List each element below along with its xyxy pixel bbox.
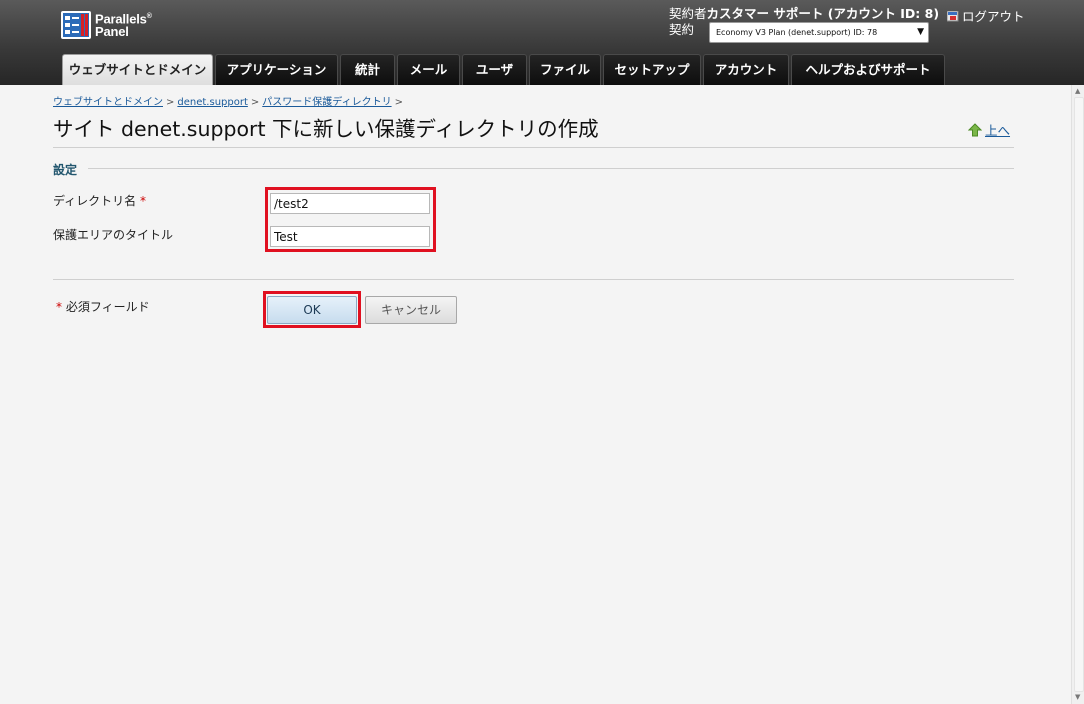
breadcrumb-separator: >: [166, 97, 175, 108]
subscription-select[interactable]: Economy V3 Plan (denet.support) ID: 78 ▼: [709, 22, 929, 43]
logo-line2: Panel: [95, 24, 129, 40]
subscription-selected-value: Economy V3 Plan (denet.support) ID: 78: [716, 28, 878, 37]
breadcrumb-separator: >: [394, 97, 403, 108]
tab-help-support[interactable]: ヘルプおよびサポート: [791, 54, 945, 85]
breadcrumb-domain[interactable]: denet.support: [177, 97, 247, 108]
logo-registered-mark: ®: [146, 13, 152, 20]
section-divider: [88, 168, 1014, 169]
tab-account[interactable]: アカウント: [703, 54, 789, 85]
account-name: カスタマー サポート (アカウント ID: 8): [706, 6, 940, 21]
logout-label: ログアウト: [962, 9, 1025, 24]
scroll-down-arrow-icon[interactable]: ▼: [1075, 693, 1080, 701]
fields-highlight-box: [265, 187, 436, 252]
scroll-up-arrow-icon[interactable]: ▲: [1075, 87, 1080, 95]
title-divider: [53, 147, 1014, 148]
account-label: 契約者: [669, 6, 707, 21]
page-title: サイト denet.support 下に新しい保護ディレクトリの作成: [53, 117, 599, 141]
tab-mail[interactable]: メール: [397, 54, 460, 85]
tab-users[interactable]: ユーザ: [462, 54, 527, 85]
breadcrumb: ウェブサイトとドメイン > denet.support > パスワード保護ディレクトリ >: [53, 93, 406, 108]
required-asterisk: *: [56, 300, 62, 314]
required-field-note-text: 必須フィールド: [65, 300, 150, 314]
form-divider: [53, 279, 1014, 280]
parallels-logo-icon: [61, 11, 91, 39]
up-level-label: 上へ: [985, 123, 1011, 138]
tab-statistics[interactable]: 統計: [340, 54, 395, 85]
subscription-label: 契約: [669, 22, 695, 37]
required-field-note: * 必須フィールド: [56, 298, 150, 315]
ok-button[interactable]: OK: [267, 296, 357, 324]
tab-setup[interactable]: セットアップ: [603, 54, 701, 85]
scroll-thumb[interactable]: [1074, 97, 1084, 692]
dropdown-arrow-icon: ▼: [917, 27, 924, 37]
up-level-link[interactable]: 上へ: [968, 120, 1010, 139]
tab-applications[interactable]: アプリケーション: [215, 54, 338, 85]
logout-icon: [947, 11, 959, 22]
directory-name-label: ディレクトリ名 *: [53, 192, 146, 209]
realm-title-label: 保護エリアのタイトル: [53, 228, 174, 242]
logout-link[interactable]: ログアウト: [947, 9, 1025, 25]
cancel-button[interactable]: キャンセル: [365, 296, 457, 324]
breadcrumb-websites-domains[interactable]: ウェブサイトとドメイン: [53, 97, 163, 108]
logo-text: Parallels® Panel: [95, 10, 152, 38]
directory-name-label-text: ディレクトリ名: [53, 194, 137, 208]
top-header: Parallels® Panel 契約者カスタマー サポート (アカウント ID…: [0, 0, 1084, 85]
breadcrumb-separator: >: [250, 97, 260, 108]
settings-section-title: 設定: [53, 163, 78, 177]
required-asterisk: *: [140, 194, 146, 208]
vertical-scrollbar[interactable]: ▲ ▼: [1071, 85, 1084, 704]
tab-websites-domains[interactable]: ウェブサイトとドメイン: [62, 54, 213, 85]
up-arrow-icon: [968, 123, 982, 137]
tab-files[interactable]: ファイル: [529, 54, 601, 85]
breadcrumb-protected-directories[interactable]: パスワード保護ディレクトリ: [262, 97, 391, 108]
